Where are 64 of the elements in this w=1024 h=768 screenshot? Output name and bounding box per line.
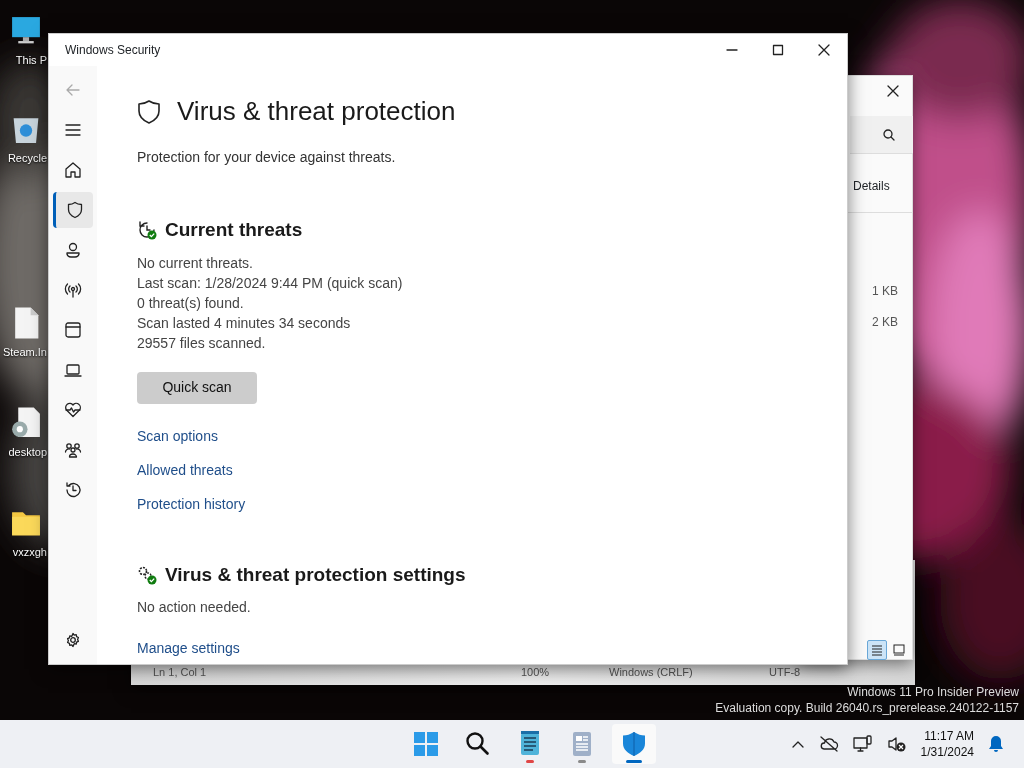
search-icon [883, 128, 895, 141]
status-text: UTF-8 [769, 665, 801, 681]
icon-label: Recycle [7, 151, 47, 166]
status-text: Windows (CRLF) [609, 665, 693, 681]
icon-label: vxzxgh [12, 545, 47, 560]
page-title: Virus & threat protection [177, 95, 456, 128]
tile-view-icon [893, 644, 905, 656]
search-icon [464, 730, 492, 758]
bell-icon[interactable] [988, 735, 1004, 753]
cloud-off-icon[interactable] [818, 736, 839, 752]
icon-label: desktop [8, 445, 47, 460]
back-arrow-icon [65, 82, 81, 98]
status-text: 29557 files scanned. [137, 333, 267, 353]
page-subtitle: Protection for your device against threats. [137, 148, 397, 167]
section-heading: Virus & threat protection settings [165, 562, 466, 587]
icon-label: Steam.In [2, 345, 47, 360]
person-icon [64, 241, 82, 259]
quick-scan-button[interactable]: Quick scan [137, 371, 257, 404]
menu-icon [65, 122, 81, 138]
home-icon [64, 161, 82, 179]
shield-icon [137, 98, 161, 125]
people-icon [64, 441, 82, 459]
nav-button[interactable] [53, 192, 93, 228]
laptop-icon [64, 361, 82, 379]
shield-icon [620, 730, 648, 758]
file-size: 2 KB [872, 314, 898, 331]
section-heading: Current threats [165, 218, 303, 242]
status-text: Ln 1, Col 1 [153, 665, 207, 681]
watermark-text: Evaluation copy. Build 26040.rs_prerelease.240122-1157 [715, 700, 1019, 716]
status-text: 100% [521, 665, 550, 681]
link[interactable]: Manage settings [137, 638, 240, 659]
gear-file-icon[interactable] [9, 406, 43, 440]
status-text: No current threats. [137, 253, 254, 273]
heart-pulse-icon [64, 401, 82, 419]
status-text: Last scan: 1/28/2024 9:44 PM (quick scan) [137, 273, 404, 293]
status-text: 0 threat(s) found. [137, 293, 245, 313]
watermark-text: Windows 11 Pro Insider Preview [846, 684, 1019, 700]
shield-icon [65, 201, 84, 219]
details-button[interactable]: Details [853, 177, 890, 195]
file-size: 1 KB [872, 283, 898, 300]
antenna-icon [64, 281, 82, 299]
close-icon [887, 84, 899, 97]
volume-muted-icon[interactable] [886, 735, 907, 753]
link[interactable]: Allowed threats [137, 459, 233, 481]
gears-status-icon [137, 564, 157, 585]
link[interactable]: Protection history [137, 493, 246, 515]
clock[interactable]: 11:17 AM 1/31/2024 [920, 728, 974, 760]
windows-logo-icon [412, 730, 440, 758]
scan-status-icon [137, 220, 157, 241]
time-text: 11:17 AM [923, 728, 974, 744]
close-icon [818, 44, 830, 56]
icon-label: This P [15, 53, 47, 68]
status-text: Scan lasted 4 minutes 34 seconds [137, 313, 352, 333]
window-title: Windows Security [64, 42, 162, 59]
date-text: 1/31/2024 [920, 744, 974, 760]
history-icon [64, 481, 82, 499]
window-icon [64, 321, 82, 339]
network-icon[interactable] [852, 735, 873, 753]
maximize-icon [772, 44, 784, 56]
link[interactable]: Scan options [137, 425, 218, 447]
view-button[interactable] [867, 640, 887, 660]
status-text: No action needed. [137, 598, 252, 617]
settings-icon [65, 632, 81, 648]
list-view-icon [871, 644, 883, 656]
